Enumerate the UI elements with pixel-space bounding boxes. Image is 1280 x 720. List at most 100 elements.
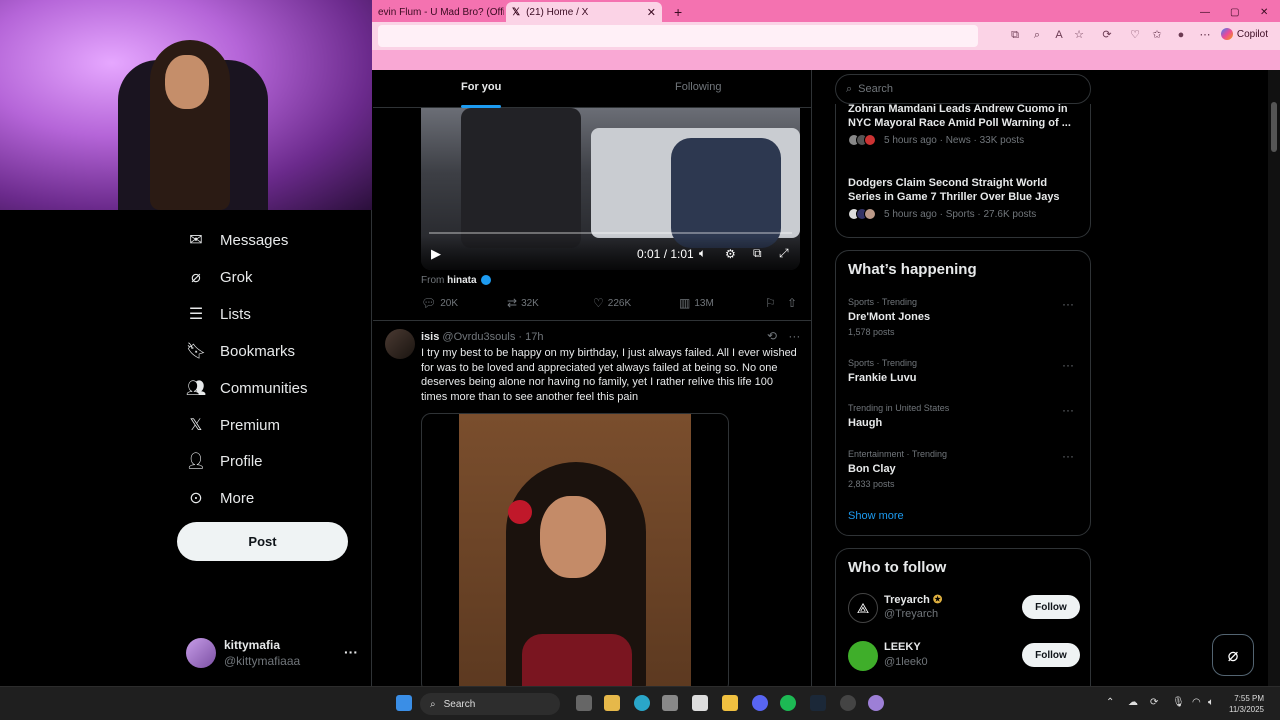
grok-floating-button[interactable]: ⌀ [1212,634,1254,676]
sidebar-item-profile[interactable]: 👤︎ Profile [186,451,263,471]
tweet-time[interactable]: · 17h [518,331,543,343]
bookmark-icon: 🔖︎ [185,343,207,360]
extensions-icon[interactable]: ⟳ [1100,28,1114,42]
sidebar-item-lists[interactable]: ☰ Lists [186,304,251,324]
follow-button[interactable]: Follow [1022,643,1080,667]
store-icon[interactable] [662,695,678,711]
more-icon[interactable]: ··· [788,329,800,343]
app-available-icon[interactable]: ⧉ [1008,28,1022,42]
taskbar-search[interactable]: ⌕ Search [420,693,560,715]
trend-item[interactable]: Sports · Trending Frankie Luvu ··· [848,358,1080,384]
browser-essentials-icon[interactable]: ♡ [1128,28,1142,42]
spotify-icon[interactable] [780,695,796,711]
like-button[interactable]: ♡ 226K [593,296,631,310]
video-frame-figure [461,108,581,248]
scrollbar-thumb[interactable] [1271,102,1277,152]
avatar[interactable] [385,329,415,359]
views-button[interactable]: ▥ 13M [679,296,714,310]
more-icon[interactable]: ··· [1062,449,1074,463]
browser-tab[interactable]: evin Flum - U Mad Bro? (Officia ✕ [372,2,504,22]
maximize-icon[interactable]: ▢ [1224,2,1245,22]
address-bar[interactable] [378,25,978,47]
task-view-icon[interactable] [576,695,592,711]
account-switcher[interactable]: kittymafia @kittymafiaaa ··· [186,636,362,672]
suggestion-handle: @Treyarch [884,608,939,620]
more-icon[interactable]: ··· [344,644,358,660]
picture-in-picture-icon[interactable]: ⧉ [753,246,762,261]
close-icon[interactable]: ✕ [639,6,656,19]
follow-button[interactable]: Follow [1022,595,1080,619]
more-icon[interactable]: ··· [1062,358,1074,372]
minimize-icon[interactable]: — [1194,2,1216,22]
sidebar-item-communities[interactable]: 👥︎ Communities [186,378,308,398]
windows-start-icon[interactable] [396,695,412,711]
play-icon[interactable]: ▶ [431,246,441,262]
trend-context: Sports · Trending [848,358,918,368]
follow-suggestion[interactable]: LEEKY @1leek0 Follow [848,641,1080,673]
heart-icon: ♡ [593,296,604,310]
fullscreen-icon[interactable]: ⤢ [779,246,789,261]
grok-icon[interactable]: ⟲ [767,329,777,343]
search-input[interactable]: ⌕ Search [835,74,1091,104]
more-icon[interactable]: ⋯ [1198,28,1212,42]
retweet-icon: ⇄ [507,296,518,310]
share-button[interactable]: ⇧ [787,296,797,310]
tab-for-you[interactable]: For you [461,81,502,108]
trend-item[interactable]: Sports · Trending Dre'Mont Jones 1,578 p… [848,297,1080,337]
sidebar-item-messages[interactable]: ✉ Messages [186,230,288,250]
edge-icon[interactable] [634,695,650,711]
volume-icon[interactable]: 🔈︎ [1208,697,1214,708]
microphone-icon[interactable]: 🎙︎ [1172,697,1185,708]
post-button[interactable]: Post [177,522,348,561]
copilot-app-icon[interactable] [604,695,620,711]
tweet-photo[interactable] [421,413,729,686]
trend-count: 1,578 posts [848,327,895,337]
x-logo-icon: 𝕏 [189,417,203,434]
video-progress-bar[interactable] [429,232,792,234]
copilot-button[interactable]: Copilot [1220,28,1268,40]
system-clock[interactable]: 7:55 PM 11/3/2025 [1229,693,1264,715]
app-icon[interactable] [692,695,708,711]
wifi-icon[interactable]: ◠ [1192,697,1201,708]
news-item[interactable]: Dodgers Claim Second Straight World Seri… [848,176,1080,220]
envelope-icon: ✉ [189,232,203,249]
more-icon[interactable]: ··· [1062,297,1074,311]
volume-icon[interactable]: 🔈︎ [699,246,706,261]
more-icon[interactable]: ··· [1062,403,1074,417]
read-aloud-icon[interactable]: A [1052,28,1066,42]
file-explorer-icon[interactable] [722,695,738,711]
sidebar-item-bookmarks[interactable]: 🔖︎ Bookmarks [186,341,295,361]
favorite-star-icon[interactable]: ☆ [1072,28,1086,42]
discord-icon[interactable] [752,695,768,711]
new-tab-button[interactable]: + [668,2,688,22]
author-handle[interactable]: @Ovrdu3souls [442,331,515,343]
browser-tab-active[interactable]: 𝕏 (21) Home / X ✕ [506,2,662,22]
sync-icon[interactable]: ⟳ [1150,697,1158,708]
onedrive-icon[interactable]: ☁ [1128,697,1138,708]
reply-button[interactable]: 💬︎ 20K [421,296,458,310]
scrollbar[interactable] [1268,70,1280,686]
news-item[interactable]: Zohran Mamdani Leads Andrew Cuomo in NYC… [848,102,1080,146]
trend-item[interactable]: Trending in United States Haugh ··· [848,403,1080,429]
app-icon[interactable] [868,695,884,711]
source-name[interactable]: hinata [447,275,476,286]
sidebar-item-grok[interactable]: ⌀ Grok [186,267,252,287]
author-name[interactable]: isis [421,331,439,343]
bookmark-button[interactable]: ⚐ [765,296,776,310]
trend-item[interactable]: Entertainment · Trending Bon Clay 2,833 … [848,449,1080,489]
follow-suggestion[interactable]: ⟁ Treyarch ✪ @Treyarch Follow [848,593,1080,625]
retweet-button[interactable]: ⇄ 32K [507,296,539,310]
tab-following[interactable]: Following [675,81,721,93]
show-more-link[interactable]: Show more [848,510,904,522]
window-close-icon[interactable]: ✕ [1254,2,1274,22]
settings-icon[interactable]: ⚙ [725,247,736,261]
favorites-icon[interactable]: ✩ [1150,28,1164,42]
sidebar-item-premium[interactable]: 𝕏 Premium [186,415,280,435]
obs-icon[interactable] [840,695,856,711]
zoom-icon[interactable]: ⌕ [1030,28,1044,42]
video-player[interactable]: ▶ 0:01 / 1:01 🔈︎ ⚙ ⧉ ⤢ [421,108,800,270]
profile-icon[interactable]: ● [1174,28,1188,42]
tray-chevron-icon[interactable]: ⌃ [1106,697,1114,708]
steam-icon[interactable] [810,695,826,711]
sidebar-item-more[interactable]: ⊙ More [186,488,254,508]
